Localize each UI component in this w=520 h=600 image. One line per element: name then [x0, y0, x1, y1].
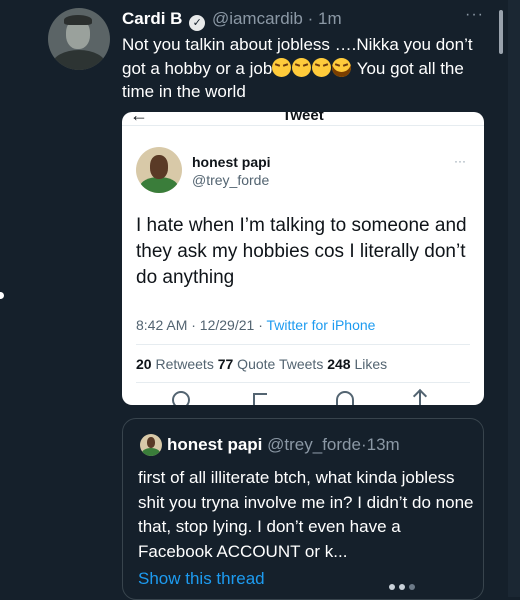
divider	[136, 382, 470, 383]
screenshot-author-avatar	[136, 147, 182, 193]
quoted-time: 13m	[366, 435, 400, 454]
avatar-hair	[64, 15, 92, 25]
show-thread-link[interactable]: Show this thread	[138, 569, 265, 589]
divider	[122, 125, 484, 126]
retweet-icon	[253, 391, 267, 405]
likes-count: 248	[327, 356, 351, 372]
tweet-text: Not you talkin about jobless ….Nikka you…	[122, 33, 490, 104]
quoted-tweet-card[interactable]: honest papi @trey_forde·13m first of all…	[122, 418, 484, 600]
avatar-shoulders	[52, 50, 106, 70]
weary-face-emoji	[312, 57, 332, 77]
screenshot-tweet-text: I hate when I’m talking to someone and t…	[136, 215, 467, 288]
screenshot-stats: 20 Retweets 77 Quote Tweets 248 Likes	[136, 356, 387, 372]
avatar-face	[147, 437, 155, 448]
avatar-shoulders	[142, 448, 160, 456]
quoted-header: honest papi @trey_forde·13m	[167, 435, 400, 455]
author-avatar[interactable]	[48, 8, 110, 70]
author-name[interactable]: Cardi B	[122, 9, 182, 28]
likes-label: Likes	[350, 356, 388, 372]
quoted-text: first of all illiterate btch, what kinda…	[138, 468, 474, 561]
indicator-dot	[0, 292, 4, 299]
quotes-count: 77	[217, 356, 234, 372]
loading-dots-icon	[389, 577, 419, 595]
screenshot-source: Twitter for iPhone	[266, 317, 376, 333]
verified-badge-icon: ✓	[189, 15, 206, 31]
more-options-icon[interactable]: ···	[465, 6, 484, 24]
attached-screenshot[interactable]: ← Tweet honest papi @trey_forde ··· I ha…	[122, 112, 484, 405]
separator-dot: ·	[307, 9, 314, 28]
weary-face-emoji	[272, 57, 292, 77]
quoted-author-handle: @trey_forde	[267, 435, 361, 454]
screenshot-meta: 8:42 AM · 12/29/21 · Twitter for iPhone	[136, 317, 375, 333]
screenshot-timestamp: 8:42 AM · 12/29/21 ·	[136, 317, 267, 333]
screenshot-author-name: honest papi	[192, 154, 271, 170]
screenshot-title: Tweet	[282, 112, 324, 124]
heart-icon	[336, 391, 354, 405]
reply-icon	[172, 391, 190, 405]
tweet-header: Cardi B ✓ @iamcardib · 1m	[122, 9, 342, 31]
avatar-face	[150, 155, 168, 179]
retweets-count: 20	[136, 356, 152, 372]
scrollbar-thumb[interactable]	[499, 10, 503, 54]
retweets-label: Retweets	[151, 356, 218, 372]
screenshot-more-icon: ···	[454, 154, 466, 168]
tweet-time[interactable]: 1m	[318, 9, 342, 28]
screenshot-author-handle: @trey_forde	[192, 172, 270, 188]
tears-of-joy-emoji	[332, 57, 352, 77]
avatar-shoulders	[140, 177, 178, 193]
quotes-label: Quote Tweets	[233, 356, 328, 372]
weary-face-emoji	[292, 57, 312, 77]
share-icon	[419, 391, 435, 405]
divider	[136, 344, 470, 345]
right-edge-strip	[508, 0, 520, 597]
author-handle[interactable]: @iamcardib	[212, 9, 303, 28]
quoted-author-avatar	[140, 434, 162, 456]
quoted-author-name: honest papi	[167, 435, 263, 454]
